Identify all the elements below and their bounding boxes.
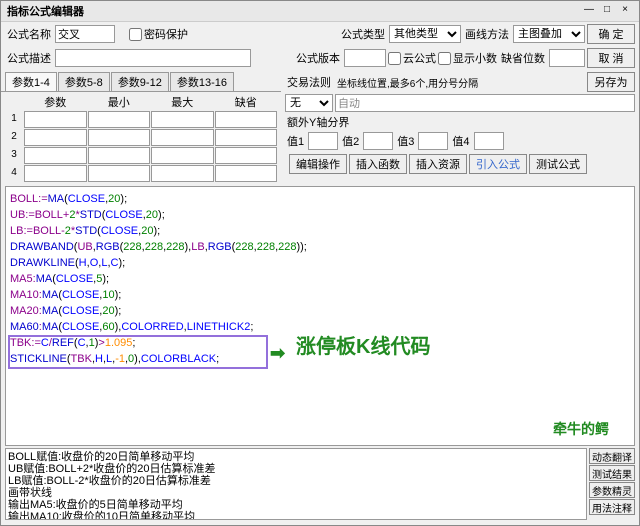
row-2: 公式描述 公式版本 云公式 显示小数 缺省位数 取 消 [1,46,639,70]
save-as-button[interactable]: 另存为 [587,72,635,92]
default-digits-label: 缺省位数 [499,50,547,66]
row-1: 公式名称 密码保护 公式类型 其他类型 画线方法 主图叠加 确 定 [1,22,639,46]
trade-rule-select[interactable]: 无 [285,94,333,112]
tab-params-1-4[interactable]: 参数1-4 [5,72,57,91]
formula-type-label: 公式类型 [339,26,387,42]
highlight-box [8,335,268,369]
default-digits-input[interactable] [549,49,585,67]
trade-rule-label: 交易法则 [285,74,333,90]
formula-name-label: 公式名称 [5,26,53,42]
draw-method-select[interactable]: 主图叠加 [513,25,585,43]
draw-method-label: 画线方法 [463,26,511,42]
arrow-icon: ➡ [270,345,285,361]
param-grid: 参数 最小 最大 缺省 1 2 3 4 [1,92,281,184]
watermark-stamp: 牵牛的鳄 [546,411,616,446]
param-header-max: 最大 [151,94,214,110]
extra-y-label: 额外Y轴分界 [285,114,351,130]
tab-params-9-12[interactable]: 参数9-12 [111,72,169,91]
coord-input[interactable] [335,94,635,112]
show-decimal-checkbox[interactable]: 显示小数 [438,50,497,66]
description-output: BOLL赋值:收盘价的20日简单移动平均UB赋值:BOLL+2*收盘价的20日估… [5,448,587,520]
param-wizard-button[interactable]: 参数精灵 [589,482,635,498]
value4-input[interactable] [474,132,504,150]
param-cell[interactable] [24,111,87,128]
param-header-default: 缺省 [215,94,278,110]
test-result-button[interactable]: 测试结果 [589,465,635,481]
window-title: 指标公式编辑器 [7,3,579,19]
formula-desc-label: 公式描述 [5,50,53,66]
edit-ops-button[interactable]: 编辑操作 [289,154,347,174]
close-icon[interactable]: × [617,4,633,18]
coord-hint-label: 坐标线位置,最多6个,用分号分隔 [335,75,480,90]
insert-resource-button[interactable]: 插入资源 [409,154,467,174]
param-tabs: 参数1-4 参数5-8 参数9-12 参数13-16 [1,70,281,92]
value1-input[interactable] [308,132,338,150]
ok-button[interactable]: 确 定 [587,24,635,44]
annotation-text: 涨停板K线代码 [296,339,430,355]
import-formula-button[interactable]: 引入公式 [469,154,527,174]
formula-version-input[interactable] [344,49,386,67]
minimize-icon[interactable]: — [581,4,597,18]
tab-params-5-8[interactable]: 参数5-8 [58,72,110,91]
formula-name-input[interactable] [55,25,115,43]
cancel-button[interactable]: 取 消 [587,48,635,68]
formula-desc-input[interactable] [55,49,251,67]
insert-func-button[interactable]: 插入函数 [349,154,407,174]
dynamic-translate-button[interactable]: 动态翻译 [589,448,635,464]
code-editor[interactable]: BOLL:=MA(CLOSE,20);UB:=BOLL+2*STD(CLOSE,… [5,186,635,446]
formula-version-label: 公式版本 [294,50,342,66]
param-header-min: 最小 [88,94,151,110]
formula-editor-window: 指标公式编辑器 — □ × 公式名称 密码保护 公式类型 其他类型 画线方法 主… [0,0,640,526]
maximize-icon[interactable]: □ [599,4,615,18]
formula-type-select[interactable]: 其他类型 [389,25,461,43]
value2-input[interactable] [363,132,393,150]
cloud-formula-checkbox[interactable]: 云公式 [388,50,436,66]
tab-params-13-16[interactable]: 参数13-16 [170,72,234,91]
test-formula-button[interactable]: 测试公式 [529,154,587,174]
toolbar: 编辑操作 插入函数 插入资源 引入公式 测试公式 [285,152,635,176]
titlebar: 指标公式编辑器 — □ × [1,1,639,22]
param-header-name: 参数 [24,94,87,110]
usage-notes-button[interactable]: 用法注释 [589,499,635,515]
value3-input[interactable] [418,132,448,150]
password-protect-checkbox[interactable]: 密码保护 [129,26,188,42]
